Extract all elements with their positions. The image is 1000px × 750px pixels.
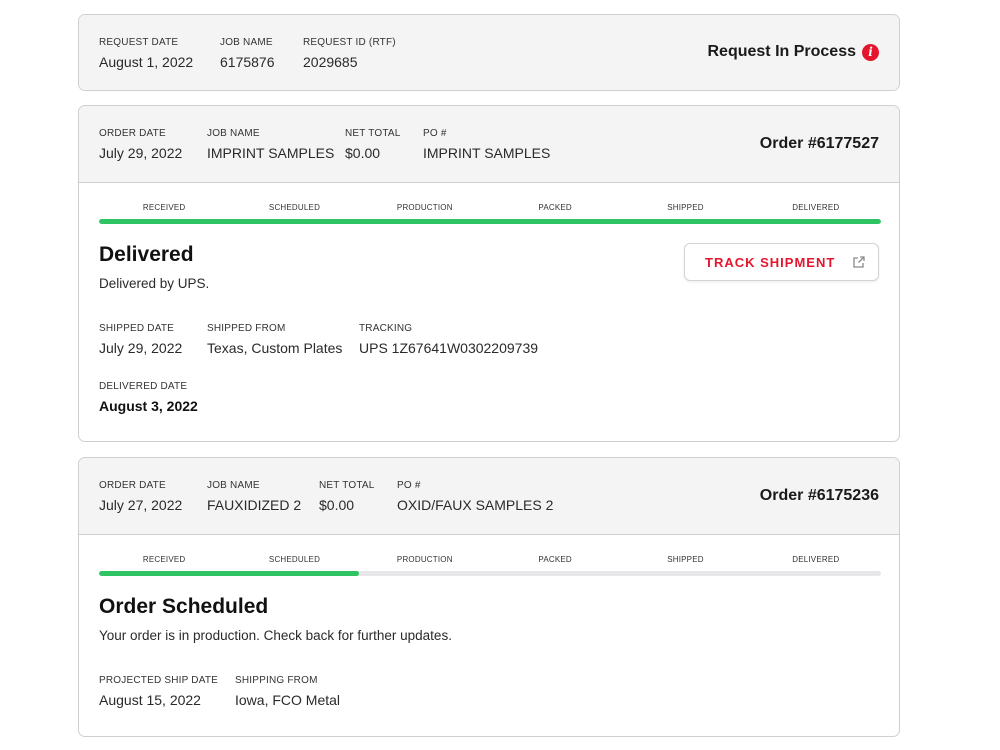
job-name-field: JOB NAME FAUXIDIZED 2 [207, 480, 301, 513]
tracking-value[interactable]: UPS 1Z67641W0302209739 [359, 340, 538, 356]
job-name-field: JOB NAME 6175876 [220, 37, 275, 70]
step-production: PRODUCTION [396, 555, 453, 564]
net-total-field: NET TOTAL $0.00 [345, 128, 401, 161]
request-status-label: Request In Process [707, 43, 857, 60]
po-value: OXID/FAUX SAMPLES 2 [397, 497, 554, 513]
delivered-date-value: August 3, 2022 [99, 398, 198, 414]
shipped-date-value: July 29, 2022 [99, 340, 183, 356]
step-delivered: DELIVERED [792, 203, 840, 212]
projected-ship-date-label: PROJECTED SHIP DATE [99, 675, 219, 686]
net-total-value: $0.00 [319, 497, 355, 513]
track-shipment-label: TRACK SHIPMENT [705, 254, 836, 270]
net-total-label: NET TOTAL [345, 128, 401, 139]
status-description: Delivered by UPS. [99, 276, 210, 291]
progress-bar-fill [99, 571, 360, 576]
job-name-value: IMPRINT SAMPLES [207, 145, 335, 161]
progress-bar [99, 571, 881, 576]
delivered-date-label: DELIVERED DATE [99, 381, 188, 392]
order-date-field: ORDER DATE July 27, 2022 [99, 480, 182, 513]
order-card: ORDER DATE July 27, 2022 JOB NAME FAUXID… [78, 457, 900, 737]
order-date-label: ORDER DATE [99, 128, 166, 139]
projected-ship-date-value: August 15, 2022 [99, 692, 201, 708]
shipping-from-value: Iowa, FCO Metal [235, 692, 341, 708]
order-number: Order #6175236 [759, 487, 879, 504]
step-shipped: SHIPPED [667, 555, 704, 564]
order-header: ORDER DATE July 29, 2022 JOB NAME IMPRIN… [79, 106, 899, 183]
job-name-field: JOB NAME IMPRINT SAMPLES [207, 128, 334, 161]
order-date-value: July 29, 2022 [99, 145, 183, 161]
request-id-field: REQUEST ID (RTF) 2029685 [303, 37, 396, 70]
job-name-label: JOB NAME [207, 480, 260, 491]
progress-bar-fill [99, 219, 881, 224]
step-shipped: SHIPPED [667, 203, 704, 212]
track-shipment-button[interactable]: TRACK SHIPMENT [684, 243, 879, 281]
request-date-value: August 1, 2022 [99, 54, 194, 70]
request-date-label: REQUEST DATE [99, 37, 179, 48]
request-header: REQUEST DATE August 1, 2022 JOB NAME 617… [79, 15, 899, 90]
step-production: PRODUCTION [396, 203, 453, 212]
po-value: IMPRINT SAMPLES [423, 145, 551, 161]
tracking-label: TRACKING [359, 323, 413, 334]
po-field: PO # OXID/FAUX SAMPLES 2 [397, 480, 553, 513]
net-total-value: $0.00 [345, 145, 381, 161]
net-total-field: NET TOTAL $0.00 [319, 480, 375, 513]
order-progress: RECEIVED SCHEDULED PRODUCTION PACKED SHI… [99, 203, 881, 224]
job-name-value: FAUXIDIZED 2 [207, 497, 302, 513]
status-title: Order Scheduled [99, 595, 269, 618]
net-total-label: NET TOTAL [319, 480, 375, 491]
step-scheduled: SCHEDULED [268, 203, 321, 212]
progress-bar [99, 219, 881, 224]
delivered-date-field: DELIVERED DATE August 3, 2022 [99, 381, 198, 414]
shipped-from-value: Texas, Custom Plates [207, 340, 343, 356]
order-date-field: ORDER DATE July 29, 2022 [99, 128, 182, 161]
step-scheduled: SCHEDULED [268, 555, 321, 564]
progress-steps: RECEIVED SCHEDULED PRODUCTION PACKED SHI… [99, 203, 881, 212]
step-delivered: DELIVERED [792, 555, 840, 564]
shipped-from-label: SHIPPED FROM [207, 323, 286, 334]
po-label: PO # [423, 128, 447, 139]
shipping-from-label: SHIPPING FROM [235, 675, 318, 686]
step-packed: PACKED [538, 203, 572, 212]
step-received: RECEIVED [142, 203, 186, 212]
po-field: PO # IMPRINT SAMPLES [423, 128, 550, 161]
external-link-icon [852, 255, 866, 269]
tracking-field: TRACKING UPS 1Z67641W0302209739 [359, 323, 538, 356]
shipped-date-label: SHIPPED DATE [99, 323, 175, 334]
status-title: Delivered [99, 243, 194, 266]
info-icon[interactable]: i [862, 43, 879, 61]
shipping-from-field: SHIPPING FROM Iowa, FCO Metal [235, 675, 340, 708]
request-date-field: REQUEST DATE August 1, 2022 [99, 37, 193, 70]
job-name-label: JOB NAME [220, 37, 273, 48]
order-date-value: July 27, 2022 [99, 497, 183, 513]
status-description: Your order is in production. Check back … [99, 628, 452, 643]
order-number: Order #6177527 [759, 135, 879, 152]
request-card: REQUEST DATE August 1, 2022 JOB NAME 617… [78, 14, 900, 91]
order-progress: RECEIVED SCHEDULED PRODUCTION PACKED SHI… [99, 555, 881, 576]
order-date-label: ORDER DATE [99, 480, 166, 491]
order-header: ORDER DATE July 27, 2022 JOB NAME FAUXID… [79, 458, 899, 535]
job-name-label: JOB NAME [207, 128, 260, 139]
progress-steps: RECEIVED SCHEDULED PRODUCTION PACKED SHI… [99, 555, 881, 564]
po-label: PO # [397, 480, 421, 491]
request-id-value: 2029685 [303, 54, 358, 70]
shipped-date-field: SHIPPED DATE July 29, 2022 [99, 323, 182, 356]
shipped-from-field: SHIPPED FROM Texas, Custom Plates [207, 323, 342, 356]
order-card: ORDER DATE July 29, 2022 JOB NAME IMPRIN… [78, 105, 900, 442]
projected-ship-date-field: PROJECTED SHIP DATE August 15, 2022 [99, 675, 218, 708]
step-packed: PACKED [538, 555, 572, 564]
job-name-value: 6175876 [220, 54, 275, 70]
request-id-label: REQUEST ID (RTF) [303, 37, 396, 48]
request-status: Request In Process i [707, 43, 879, 61]
step-received: RECEIVED [142, 555, 186, 564]
